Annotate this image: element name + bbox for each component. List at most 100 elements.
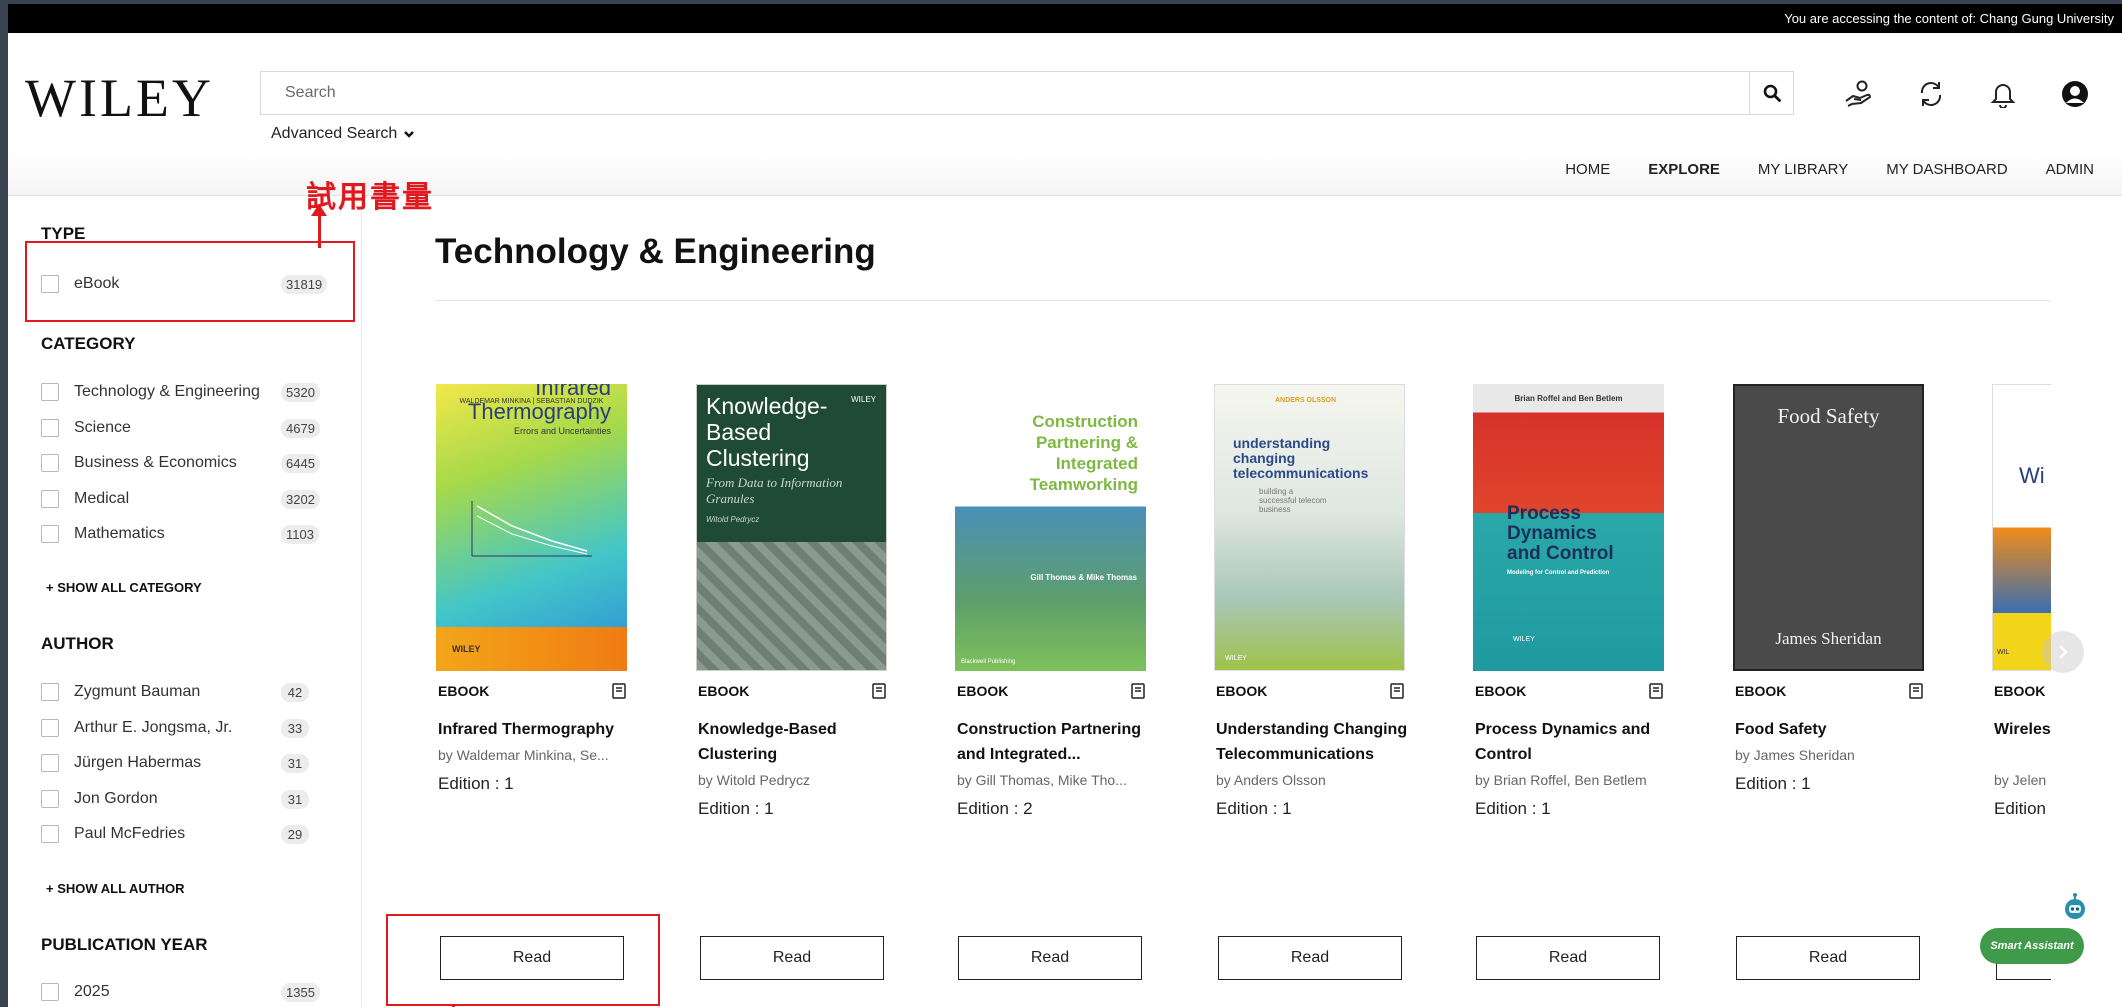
search-input[interactable]: [261, 72, 1749, 114]
checkbox[interactable]: [41, 983, 59, 1001]
show-all-category-link[interactable]: + SHOW ALL CATEGORY: [46, 580, 202, 595]
book-title[interactable]: Wireles Networ: [1994, 717, 2052, 742]
book-author: by James Sheridan: [1735, 747, 1855, 763]
carousel-next-button[interactable]: [2042, 631, 2084, 673]
book-title[interactable]: Infrared Thermography: [438, 717, 633, 742]
book-cover[interactable]: Food Safety James Sheridan: [1733, 384, 1924, 671]
cover-main-text: Infrared Thermography: [467, 384, 611, 424]
book-title[interactable]: Knowledge-Based Clustering: [698, 717, 893, 767]
checkbox[interactable]: [41, 454, 59, 472]
search-bar: [260, 71, 1794, 115]
book-type-row: EBOOK: [1475, 683, 1663, 699]
facet-item-author[interactable]: Arthur E. Jongsma, Jr. 33: [41, 716, 331, 740]
book-edition: Edition : 1: [1475, 799, 1551, 818]
header-icon-group: [1842, 77, 2092, 111]
facet-item-category[interactable]: Science 4679: [41, 416, 331, 440]
chevron-right-icon: [2059, 645, 2068, 659]
checkbox[interactable]: [41, 790, 59, 808]
read-button[interactable]: Read: [1476, 936, 1660, 980]
cover-main-text: Construction Partnering & Integrated Tea…: [1029, 412, 1138, 494]
facet-count: 29: [281, 824, 309, 844]
nav-home[interactable]: HOME: [1565, 161, 1610, 178]
facet-count: 1355: [281, 982, 320, 1002]
nav-my-library[interactable]: MY LIBRARY: [1758, 161, 1848, 178]
advanced-search-toggle[interactable]: Advanced Search: [271, 125, 415, 143]
nav-admin[interactable]: ADMIN: [2046, 161, 2094, 178]
browser-page: You are accessing the content of: Chang …: [8, 4, 2122, 1007]
book-title[interactable]: Construction Partnering and Integrated..…: [957, 717, 1152, 767]
annotation-box-type: [25, 241, 355, 322]
cover-sub-text: building a successful telecom business: [1259, 486, 1327, 514]
book-type: EBOOK: [1216, 683, 1268, 699]
facet-item-category[interactable]: Medical 3202: [41, 487, 331, 511]
book-author: by Waldemar Minkina, Se...: [438, 747, 609, 763]
purchase-request-button[interactable]: [1842, 77, 1876, 111]
facet-item-category[interactable]: Business & Economics 6445: [41, 451, 331, 475]
ebook-icon: [1390, 683, 1404, 699]
checkbox[interactable]: [41, 383, 59, 401]
notifications-button[interactable]: [1986, 77, 2020, 111]
show-all-author-link[interactable]: + SHOW ALL AUTHOR: [46, 881, 185, 896]
nav-explore[interactable]: EXPLORE: [1648, 161, 1720, 178]
checkbox[interactable]: [41, 419, 59, 437]
facet-item-year[interactable]: 2025 1355: [41, 980, 331, 1004]
facet-item-category[interactable]: Technology & Engineering 5320: [41, 380, 331, 404]
checkbox[interactable]: [41, 525, 59, 543]
facet-item-author[interactable]: Jon Gordon 31: [41, 787, 331, 811]
book-cover[interactable]: Construction Partnering & Integrated Tea…: [955, 397, 1146, 671]
book-edition: Edition : 1: [1735, 774, 1811, 793]
cover-main-text: understanding changing telecommunication…: [1233, 434, 1369, 481]
book-author: by Jelen: [1994, 772, 2047, 788]
facet-count: 3202: [281, 489, 320, 509]
account-button[interactable]: [2058, 77, 2092, 111]
checkbox[interactable]: [41, 683, 59, 701]
facet-item-author[interactable]: Jürgen Habermas 31: [41, 751, 331, 775]
read-button[interactable]: Read: [958, 936, 1142, 980]
book-cover[interactable]: WALDEMAR MINKINA | SEBASTIAN DUDZIK Infr…: [436, 384, 627, 671]
smart-assistant-button[interactable]: Smart Assistant: [1980, 928, 2084, 964]
book-cover[interactable]: WILEY Knowledge-Based Clustering From Da…: [696, 384, 887, 671]
chevron-down-icon: [404, 131, 415, 138]
sync-button[interactable]: [1914, 77, 1948, 111]
facet-item-author[interactable]: Paul McFedries 29: [41, 822, 331, 846]
book-title[interactable]: Food Safety: [1735, 717, 1930, 742]
search-button[interactable]: [1749, 72, 1793, 114]
book-type: EBOOK: [438, 683, 490, 699]
wiley-logo[interactable]: WILEY: [25, 67, 214, 129]
book-cover[interactable]: ANDERS OLSSON understanding changing tel…: [1214, 384, 1405, 671]
ebook-icon: [1909, 683, 1923, 699]
book-title[interactable]: Process Dynamics and Control: [1475, 717, 1670, 767]
cover-main-text: Process Dynamics and Control: [1507, 502, 1614, 564]
read-button[interactable]: Read: [440, 936, 624, 980]
book-author: by Anders Olsson: [1216, 772, 1326, 788]
cover-sub-text: Errors and Uncertainties: [513, 425, 611, 436]
checkbox[interactable]: [41, 754, 59, 772]
cover-image: [697, 542, 886, 670]
cover-brand: WILEY: [1513, 636, 1535, 643]
book-type: EBOOK: [1735, 683, 1787, 699]
book-cover[interactable]: Brian Roffel and Ben Betlem Process Dyna…: [1473, 384, 1664, 671]
read-button[interactable]: Read: [1736, 936, 1920, 980]
cover-sub-text: Gill Thomas & Mike Thomas: [1030, 572, 1137, 582]
facet-count: 4679: [281, 418, 320, 438]
ebook-icon: [1649, 683, 1663, 699]
checkbox[interactable]: [41, 719, 59, 737]
facet-title-category: CATEGORY: [41, 334, 136, 353]
facet-item-author[interactable]: Zygmunt Bauman 42: [41, 680, 331, 704]
read-button[interactable]: Read: [1218, 936, 1402, 980]
facet-count: 6445: [281, 453, 320, 473]
nav-my-dashboard[interactable]: MY DASHBOARD: [1886, 161, 2007, 178]
book-cover[interactable]: Wi WIL: [1992, 384, 2052, 671]
facet-item-category[interactable]: Mathematics 1103: [41, 522, 331, 546]
read-button[interactable]: Read: [700, 936, 884, 980]
book-edition: Edition : 1: [438, 774, 514, 793]
chart-graphic: [471, 501, 592, 557]
ebook-icon: [872, 683, 886, 699]
cover-brand: WILEY: [436, 626, 627, 671]
access-banner: You are accessing the content of: Chang …: [8, 4, 2122, 33]
checkbox[interactable]: [41, 490, 59, 508]
bell-icon: [1990, 84, 2016, 108]
book-title[interactable]: Understanding Changing Telecommunication…: [1216, 717, 1411, 767]
robot-icon: [2065, 893, 2085, 919]
checkbox[interactable]: [41, 825, 59, 843]
